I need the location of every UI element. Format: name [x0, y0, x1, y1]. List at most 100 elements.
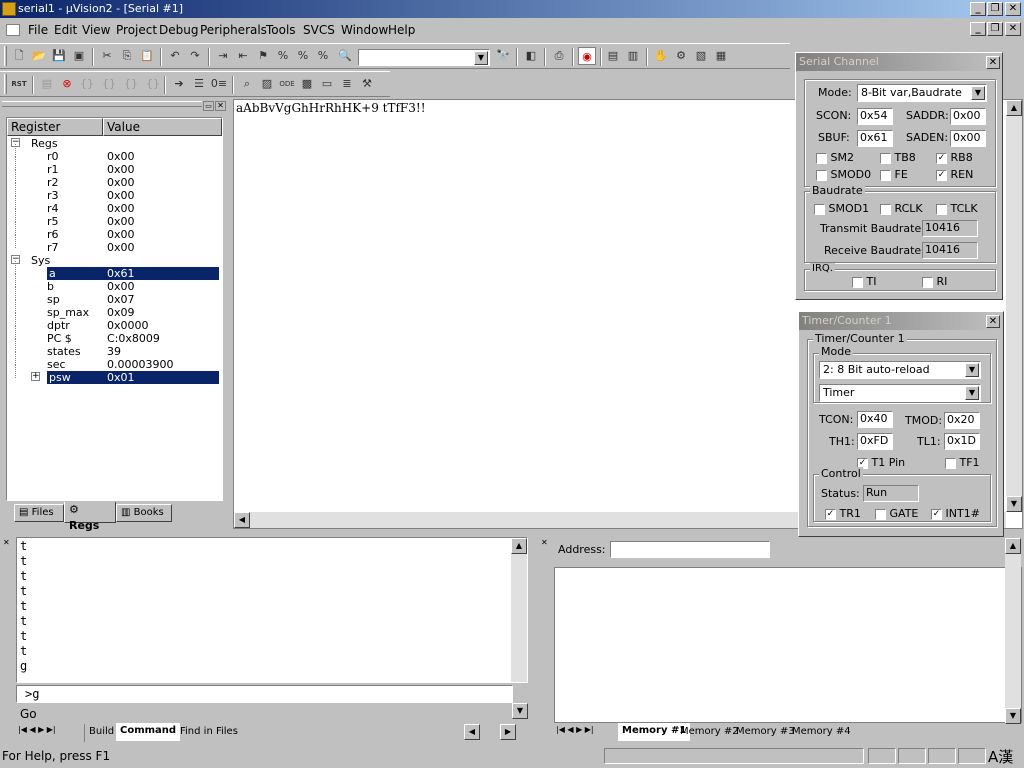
tab-find-in-files[interactable]: Find in Files [176, 724, 242, 742]
check-rclk[interactable]: RCLK [880, 202, 923, 215]
register-row[interactable]: PC $ C:0x8009 [7, 326, 222, 345]
restore-button[interactable]: ❐ [987, 2, 1003, 16]
find-in-files-icon[interactable]: 🔭 [494, 47, 512, 65]
saddr-field[interactable]: 0x00 [950, 108, 986, 125]
register-row[interactable]: dptr 0x0000 [7, 313, 222, 332]
check-tf1[interactable]: TF1 [945, 456, 980, 469]
check-t1-pin[interactable]: ✓ T1 Pin [857, 456, 905, 469]
check-ri[interactable]: RI [922, 275, 947, 288]
trace-icon[interactable]: ☰ [190, 75, 208, 93]
close-button[interactable]: ✕ [1005, 2, 1021, 16]
reset-icon[interactable]: RST [10, 75, 28, 93]
register-row[interactable]: r3 0x00 [7, 183, 222, 202]
register-value[interactable]: 0x09 [107, 306, 135, 319]
app-icon[interactable] [2, 2, 16, 16]
register-value[interactable]: 0x61 [107, 267, 219, 280]
tab-books[interactable]: ▥ Books [116, 504, 172, 522]
col-register-header[interactable]: Register [7, 118, 103, 136]
col-value-header[interactable]: Value [103, 118, 222, 136]
output-close-icon[interactable]: ✕ [3, 538, 14, 548]
timer-mode-select[interactable]: 2: 8 Bit auto-reload ▼ [819, 361, 981, 379]
check-rb8[interactable]: ✓ RB8 [936, 151, 973, 164]
command-output[interactable]: ttttttttg ▲ [16, 537, 528, 683]
register-value[interactable]: 0x0000 [107, 319, 149, 332]
check-tclk[interactable]: TCLK [936, 202, 978, 215]
tab-command[interactable]: Command [116, 723, 181, 741]
performance-icon[interactable]: ▩ [298, 75, 316, 93]
register-value[interactable]: 0x00 [107, 202, 135, 215]
run-to-cursor-icon[interactable]: {} [144, 75, 162, 93]
mdi-close-button[interactable]: ✕ [1005, 22, 1021, 36]
menu-project[interactable]: Project [116, 23, 157, 37]
debug-session-icon[interactable]: ◉ [578, 47, 596, 65]
register-value[interactable]: 0x00 [107, 176, 135, 189]
register-value[interactable]: 0x00 [107, 215, 135, 228]
code-coverage-icon[interactable]: ODE [278, 75, 296, 93]
watch-icon[interactable]: ▨ [258, 75, 276, 93]
tmod-field[interactable]: 0x20 [944, 412, 980, 429]
doc-icon[interactable] [6, 24, 20, 36]
register-value[interactable]: 39 [107, 345, 121, 358]
sbuf-field[interactable]: 0x61 [857, 130, 893, 147]
register-value[interactable]: 0.00003900 [107, 358, 173, 371]
prev-bookmark-icon[interactable]: % [274, 47, 292, 65]
dialog-close-icon[interactable]: ✕ [986, 56, 1000, 69]
chevron-down-icon[interactable]: ▼ [474, 51, 488, 65]
open-folder-icon[interactable]: 📂 [30, 47, 48, 65]
register-row[interactable]: r2 0x00 [7, 170, 222, 189]
paste-icon[interactable]: 📋 [138, 47, 156, 65]
expand-icon[interactable]: + [31, 372, 40, 381]
register-value[interactable]: 0x00 [107, 241, 135, 254]
new-file-icon[interactable]: 🗋 [10, 47, 28, 65]
step-over-icon[interactable]: {} [100, 75, 118, 93]
register-value[interactable]: 0x00 [107, 189, 135, 202]
dialog-close-icon[interactable]: ✕ [986, 315, 1000, 328]
check-gate[interactable]: GATE [875, 507, 918, 520]
th1-field[interactable]: 0xFD [857, 433, 893, 450]
scroll-down-icon[interactable]: ▼ [512, 703, 528, 719]
check-smod1[interactable]: SMOD1 [814, 202, 869, 215]
step-into-icon[interactable]: {} [78, 75, 96, 93]
memory-vscroll[interactable]: ▲ ▼ [1005, 538, 1021, 724]
memory-close-icon[interactable]: ✕ [541, 538, 552, 548]
config-icon[interactable]: ▧ [692, 47, 710, 65]
mdi-minimize-button[interactable]: _ [970, 22, 986, 36]
tab-memory-4[interactable]: Memory #4 [788, 724, 855, 742]
tab-files[interactable]: ▤ Files [14, 504, 64, 522]
register-row[interactable]: r7 0x00 [7, 235, 222, 254]
unindent-icon[interactable]: ⇤ [234, 47, 252, 65]
cut-icon[interactable]: ✂ [98, 47, 116, 65]
serial-mode-select[interactable]: 8-Bit var,Baudrate ▼ [857, 84, 987, 102]
register-value[interactable]: 0x00 [107, 280, 135, 293]
register-row[interactable]: sec 0.00003900 [7, 352, 222, 371]
workspace-icon[interactable]: ▤ [604, 47, 622, 65]
register-value[interactable]: C:0x8009 [107, 332, 160, 345]
next-bookmark-icon[interactable]: % [294, 47, 312, 65]
output-vscroll[interactable]: ▲ [511, 538, 527, 682]
menu-debug[interactable]: Debug [159, 23, 198, 37]
redo-icon[interactable]: ↷ [186, 47, 204, 65]
serial-window-icon[interactable]: ▭ [318, 75, 336, 93]
find-icon[interactable]: 🔍 [336, 47, 354, 65]
hand-icon[interactable]: ✋ [652, 47, 670, 65]
bookmark-icon[interactable]: ⚑ [254, 47, 272, 65]
register-row[interactable]: r5 0x00 [7, 209, 222, 228]
mdi-restore-button[interactable]: ❐ [987, 22, 1003, 36]
run-icon[interactable]: ▤ [38, 75, 56, 93]
disassembly-icon[interactable]: ⌕ [238, 75, 256, 93]
serial-vscroll[interactable]: ▲ ▼ [1006, 100, 1022, 512]
scon-field[interactable]: 0x54 [857, 108, 893, 125]
print-icon[interactable]: ⎙ [550, 47, 568, 65]
minimize-button[interactable]: _ [970, 2, 986, 16]
register-row[interactable]: r1 0x00 [7, 157, 222, 176]
menu-edit[interactable]: Edit [54, 23, 77, 37]
register-row[interactable]: b 0x00 [7, 274, 222, 293]
register-value[interactable]: 0x01 [107, 371, 219, 384]
register-row[interactable]: r0 0x00 [7, 144, 222, 163]
menu-view[interactable]: View [82, 23, 110, 37]
toolbox-icon[interactable]: ≣ [338, 75, 356, 93]
panel-close-icon[interactable]: ✕ [215, 101, 226, 111]
register-row[interactable]: sp 0x07 [7, 287, 222, 306]
step-out-icon[interactable]: {} [122, 75, 140, 93]
check-smod0[interactable]: SMOD0 [816, 168, 871, 181]
